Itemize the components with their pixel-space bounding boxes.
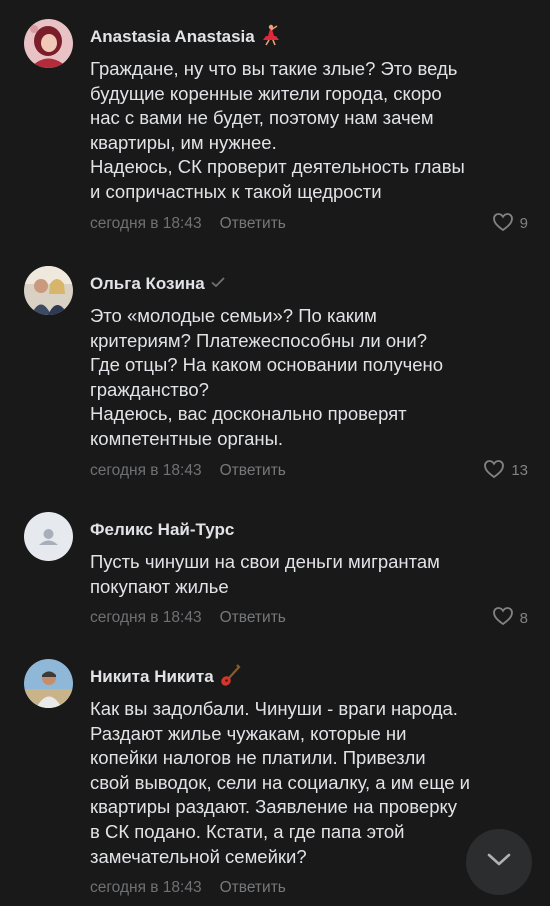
comment-text: Граждане, ну что вы такие злые? Это ведь… <box>90 58 465 202</box>
heart-outline-icon <box>492 606 514 630</box>
like-button[interactable]: 9 <box>492 212 528 236</box>
author-name[interactable]: Anastasia Anastasia <box>90 27 255 47</box>
like-count: 9 <box>519 215 528 233</box>
dancer-emoji-icon <box>260 24 280 51</box>
heart-outline-icon <box>483 459 505 483</box>
comment-date: сегодня в 18:43 <box>90 609 202 627</box>
author-name[interactable]: Феликс Най-Турс <box>90 520 234 540</box>
comment-author[interactable]: Ольга Козина <box>90 272 528 296</box>
comment-meta: сегодня в 18:43 Ответить <box>90 876 528 900</box>
heart-outline-icon <box>492 212 514 236</box>
reply-button[interactable]: Ответить <box>220 462 286 480</box>
avatar[interactable] <box>24 19 73 68</box>
comment-text: Пусть чинуши на свои деньги мигрантам по… <box>90 551 440 597</box>
reply-button[interactable]: Ответить <box>220 879 286 897</box>
like-count: 13 <box>511 462 528 480</box>
comment-meta: сегодня в 18:43 Ответить 9 <box>90 212 528 236</box>
like-button[interactable]: 13 <box>483 459 528 483</box>
author-name[interactable]: Ольга Козина <box>90 274 205 294</box>
like-button[interactable]: 8 <box>492 606 528 630</box>
like-count: 8 <box>519 609 528 627</box>
reply-button[interactable]: Ответить <box>220 215 286 233</box>
comment-text: Как вы задолбали. Чинуши - враги народа.… <box>90 698 470 867</box>
comment-author[interactable]: Anastasia Anastasia <box>90 24 528 51</box>
chevron-down-icon <box>486 852 512 873</box>
comment-text: Это «молодые семьи»? По каким критериям?… <box>90 305 444 449</box>
author-name[interactable]: Никита Никита <box>90 667 214 687</box>
avatar[interactable] <box>24 659 73 708</box>
comment-date: сегодня в 18:43 <box>90 461 202 479</box>
avatar[interactable] <box>24 512 73 561</box>
comment-date: сегодня в 18:43 <box>90 879 202 897</box>
guitar-emoji-icon <box>219 663 241 692</box>
verified-check-icon <box>210 274 226 294</box>
comment-date: сегодня в 18:43 <box>90 214 202 232</box>
scroll-down-button[interactable] <box>466 829 532 895</box>
comment-author[interactable]: Никита Никита <box>90 663 528 692</box>
reply-button[interactable]: Ответить <box>220 609 286 627</box>
comment-meta: сегодня в 18:43 Ответить 8 <box>90 606 528 630</box>
comment-author[interactable]: Феликс Най-Турс <box>90 518 528 542</box>
comment-meta: сегодня в 18:43 Ответить 13 <box>90 459 528 483</box>
avatar[interactable] <box>24 266 73 315</box>
